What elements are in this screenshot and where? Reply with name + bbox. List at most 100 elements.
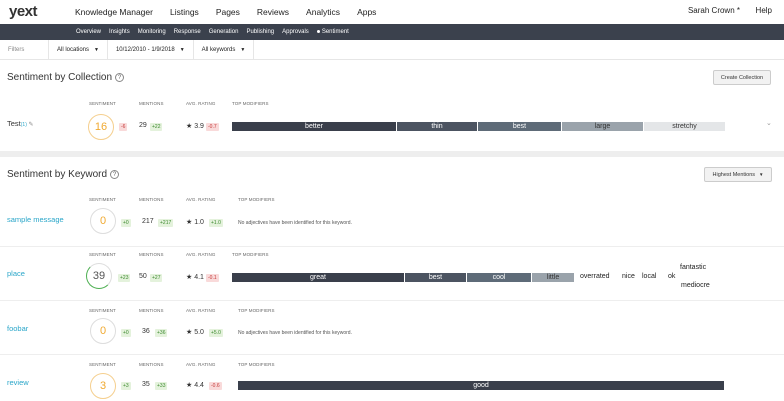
avg-rating-header: AVG. RATING bbox=[186, 362, 216, 367]
rating-value: ★ 3.9 bbox=[186, 123, 204, 130]
nav-listings[interactable]: Listings bbox=[170, 7, 199, 17]
mentions-delta: +22 bbox=[150, 123, 163, 131]
mentions-value: 29 bbox=[139, 122, 147, 129]
tab-monitoring[interactable]: Monitoring bbox=[138, 29, 166, 35]
sentiment-score: 3 bbox=[90, 373, 116, 399]
avg-rating-header: AVG. RATING bbox=[186, 252, 216, 257]
collection-section-title: Sentiment by Collection? bbox=[7, 72, 125, 83]
help-icon[interactable]: ? bbox=[115, 72, 125, 82]
modifier-bar[interactable]: cool bbox=[467, 273, 531, 282]
tab-generation[interactable]: Generation bbox=[209, 29, 239, 35]
section-separator bbox=[0, 151, 784, 157]
collection-name[interactable]: Test(1) ✎ bbox=[7, 119, 34, 128]
help-link[interactable]: Help bbox=[756, 6, 772, 15]
tab-approvals[interactable]: Approvals bbox=[282, 29, 309, 35]
sentiment-delta: +23 bbox=[118, 274, 131, 282]
modifier-bar[interactable]: local bbox=[642, 273, 656, 280]
sentiment-header: SENTIMENT bbox=[89, 308, 116, 313]
keyword-name[interactable]: place bbox=[7, 269, 25, 278]
modifier-bar[interactable]: mediocre bbox=[681, 282, 710, 289]
user-menu[interactable]: Sarah Crown * bbox=[688, 6, 740, 15]
date-range-dropdown[interactable]: 10/12/2010 - 1/9/2018 ▼ bbox=[106, 39, 193, 60]
mentions-header: MENTIONS bbox=[139, 101, 164, 106]
nav-knowledge-manager[interactable]: Knowledge Manager bbox=[75, 7, 153, 17]
mentions-value: 36 bbox=[142, 328, 150, 335]
edit-icon[interactable]: ✎ bbox=[27, 122, 34, 128]
top-modifiers-header: TOP MODIFIERS bbox=[232, 252, 269, 257]
yext-logo[interactable]: yext bbox=[9, 3, 38, 20]
modifier-bar[interactable]: best bbox=[405, 273, 466, 282]
rating-delta: +5.0 bbox=[209, 329, 223, 337]
keyword-name[interactable]: review bbox=[7, 378, 29, 387]
modifier-bar[interactable]: good bbox=[238, 381, 724, 390]
mentions-delta: +33 bbox=[155, 382, 168, 390]
sentiment-delta: +0 bbox=[121, 219, 131, 227]
modifier-bar[interactable]: best bbox=[478, 122, 561, 131]
tab-sentiment[interactable]: Sentiment bbox=[316, 29, 349, 35]
mentions-delta: +27 bbox=[150, 274, 163, 282]
mentions-value: 35 bbox=[142, 381, 150, 388]
sentiment-header: SENTIMENT bbox=[89, 197, 116, 202]
tab-response[interactable]: Response bbox=[174, 29, 201, 35]
row-divider bbox=[0, 300, 784, 301]
mentions-delta: +217 bbox=[158, 219, 174, 227]
keywords-dropdown[interactable]: All keywords ▼ bbox=[192, 39, 255, 60]
tab-insights[interactable]: Insights bbox=[109, 29, 130, 35]
keyword-name[interactable]: sample message bbox=[7, 215, 64, 224]
caret-down-icon: ▼ bbox=[759, 172, 764, 177]
rating-value: ★ 4.1 bbox=[186, 274, 204, 281]
rating-delta: -0.1 bbox=[206, 274, 219, 282]
modifier-bar[interactable]: little bbox=[532, 273, 574, 282]
no-modifiers-text: No adjectives have been identified for t… bbox=[238, 330, 352, 336]
rating-value: ★ 4.4 bbox=[186, 382, 204, 389]
sentiment-delta: +0 bbox=[121, 329, 131, 337]
sentiment-score: 0 bbox=[90, 208, 116, 234]
nav-apps[interactable]: Apps bbox=[357, 7, 376, 17]
sentiment-score: 16 bbox=[88, 114, 114, 140]
rating-value: ★ 5.0 bbox=[186, 329, 204, 336]
locations-dropdown[interactable]: All locations ▼ bbox=[48, 39, 107, 60]
caret-down-icon: ▼ bbox=[94, 46, 99, 53]
nav-pages[interactable]: Pages bbox=[216, 7, 240, 17]
active-dot-icon bbox=[316, 29, 320, 33]
top-modifiers-header: TOP MODIFIERS bbox=[232, 101, 269, 106]
rating-delta: +1.0 bbox=[209, 219, 223, 227]
nav-reviews[interactable]: Reviews bbox=[257, 7, 289, 17]
sentiment-header: SENTIMENT bbox=[89, 362, 116, 367]
sub-nav: Overview Insights Monitoring Response Ge… bbox=[0, 24, 784, 40]
keyword-section-title: Sentiment by Keyword? bbox=[7, 169, 120, 180]
mentions-header: MENTIONS bbox=[139, 308, 164, 313]
modifier-bar[interactable]: stretchy bbox=[644, 122, 725, 131]
create-collection-button[interactable]: Create Collection bbox=[713, 70, 771, 85]
modifier-bar[interactable]: great bbox=[232, 273, 404, 282]
sentiment-delta: -6 bbox=[119, 123, 128, 131]
rating-value: ★ 1.0 bbox=[186, 219, 204, 226]
chevron-down-icon[interactable]: ⌄ bbox=[766, 119, 772, 127]
tab-publishing[interactable]: Publishing bbox=[246, 29, 274, 35]
nav-analytics[interactable]: Analytics bbox=[306, 7, 340, 17]
top-modifiers-header: TOP MODIFIERS bbox=[238, 197, 275, 202]
mentions-header: MENTIONS bbox=[139, 362, 164, 367]
modifier-bar[interactable]: large bbox=[562, 122, 643, 131]
modifier-bar[interactable]: fantastic bbox=[680, 264, 706, 271]
mentions-delta: +36 bbox=[155, 329, 168, 337]
sentiment-delta: +3 bbox=[121, 382, 131, 390]
no-modifiers-text: No adjectives have been identified for t… bbox=[238, 220, 352, 226]
sort-dropdown[interactable]: Highest Mentions ▼ bbox=[704, 167, 772, 182]
modifier-bar[interactable]: thin bbox=[397, 122, 477, 131]
mentions-value: 217 bbox=[142, 218, 154, 225]
avg-rating-header: AVG. RATING bbox=[186, 308, 216, 313]
sentiment-header: SENTIMENT bbox=[89, 101, 116, 106]
help-icon[interactable]: ? bbox=[110, 169, 120, 179]
modifier-bar[interactable]: better bbox=[232, 122, 396, 131]
keyword-name[interactable]: foobar bbox=[7, 324, 28, 333]
modifier-bar[interactable]: ok bbox=[668, 273, 675, 280]
sentiment-header: SENTIMENT bbox=[89, 252, 116, 257]
tab-overview[interactable]: Overview bbox=[76, 29, 101, 35]
modifier-bar[interactable]: nice bbox=[622, 273, 635, 280]
sentiment-score: 0 bbox=[90, 318, 116, 344]
rating-delta: -0.7 bbox=[206, 123, 219, 131]
modifier-bar[interactable]: overrated bbox=[580, 273, 610, 280]
row-divider bbox=[0, 354, 784, 355]
rating-delta: -0.6 bbox=[209, 382, 222, 390]
